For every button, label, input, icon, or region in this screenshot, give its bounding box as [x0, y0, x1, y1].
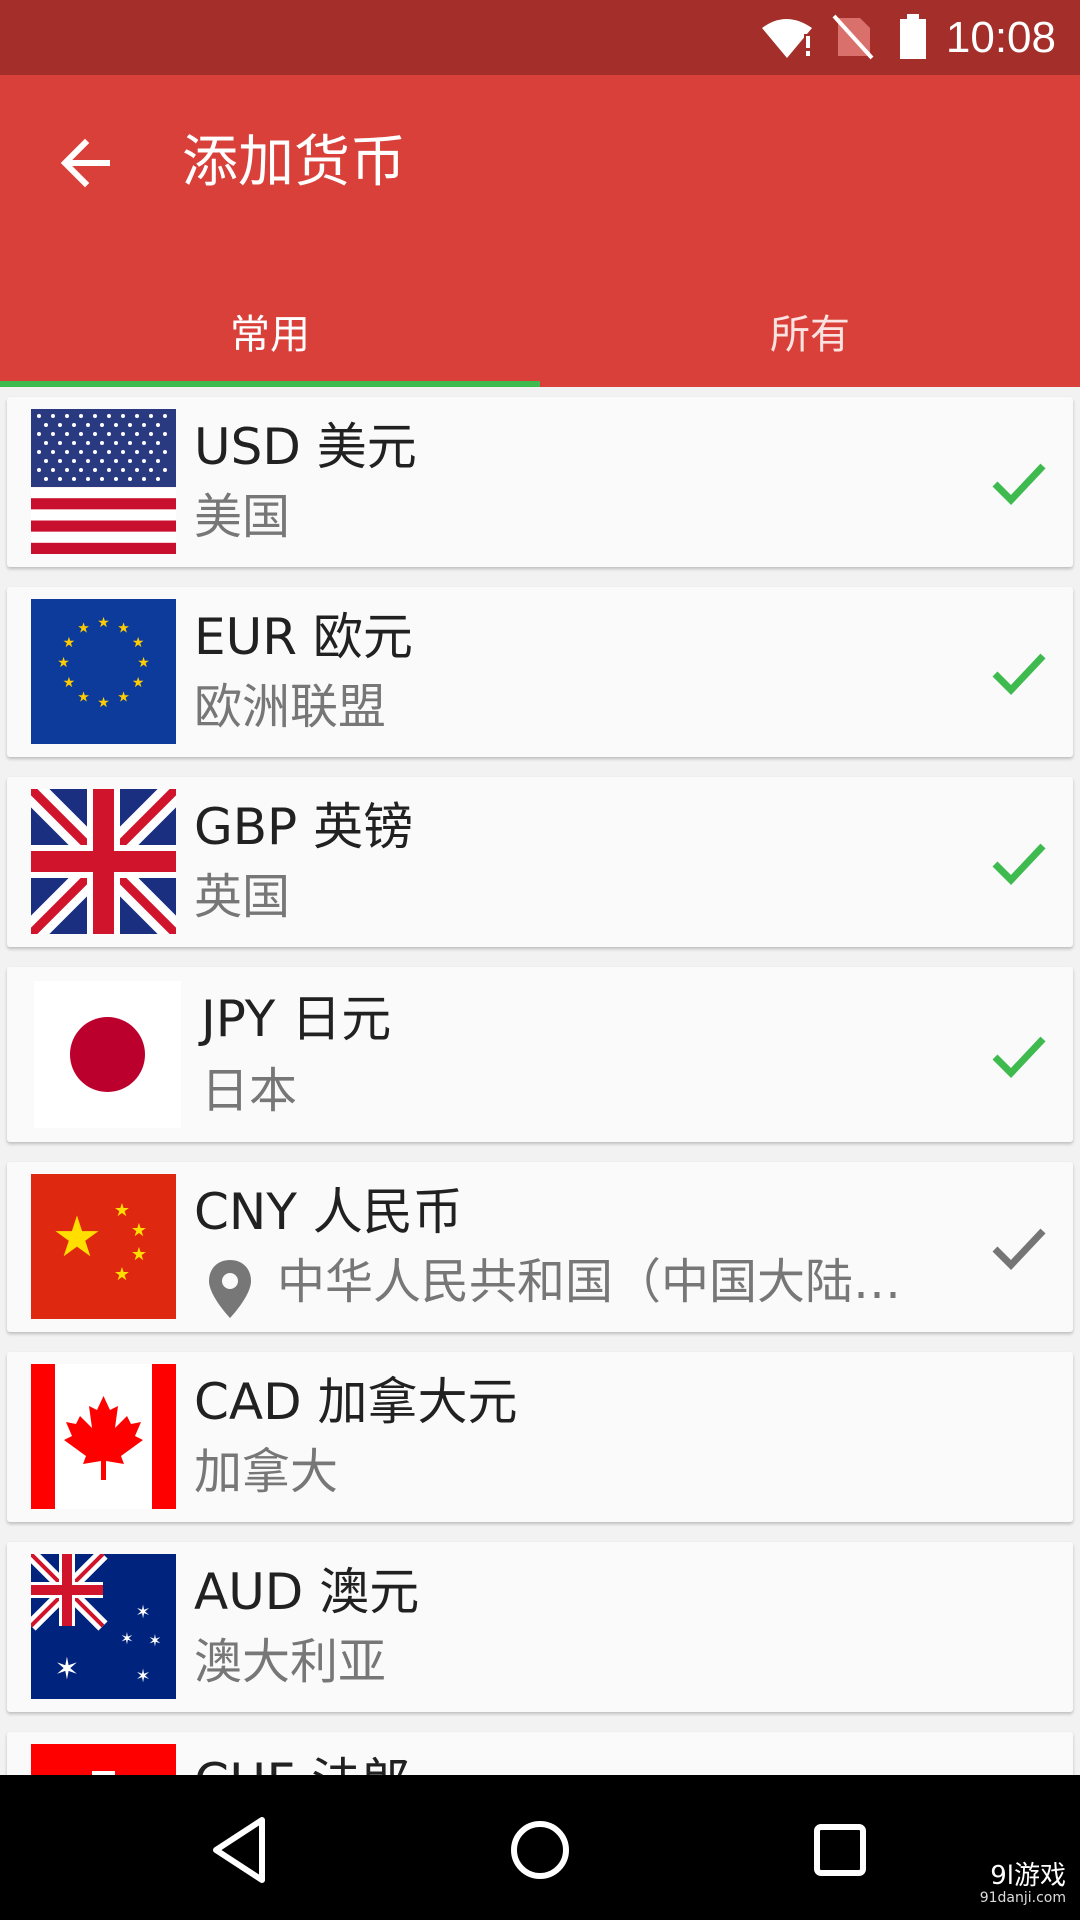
navigation-bar: 9l游戏 91danji.com [0, 1775, 1080, 1920]
svg-text:★: ★ [97, 615, 110, 631]
currency-item-chf[interactable]: CHF 法郎 [7, 1732, 1073, 1775]
japan-flag-icon [34, 981, 181, 1128]
recents-square-icon[interactable] [800, 1810, 880, 1890]
currency-code-name: CHF 法郎 [194, 1750, 411, 1775]
check-icon[interactable] [989, 1217, 1049, 1277]
svg-text:★: ★ [132, 635, 145, 651]
currency-item-cny[interactable]: ★ ★ ★ ★ ★ CNY 人民币 中华人民共和国（中国大陆… [7, 1162, 1073, 1332]
watermark: 9l游戏 91danji.com [980, 1862, 1066, 1906]
currency-country: 中华人民共和国（中国大陆… [277, 1254, 902, 1310]
svg-text:✶: ✶ [135, 1666, 150, 1687]
svg-text:★: ★ [137, 655, 150, 671]
switzerland-flag-icon [31, 1744, 176, 1775]
currency-code-name: CAD 加拿大元 [194, 1373, 518, 1431]
app-bar: 添加货币 常用 所有 [0, 75, 1080, 387]
back-button[interactable] [45, 123, 125, 203]
svg-text:✶: ✶ [135, 1602, 150, 1623]
australia-flag-icon: ✶ ✶ ✶ ✶ ✶ [31, 1554, 176, 1699]
tab-bar: 常用 所有 [0, 275, 1080, 387]
china-flag-icon: ★ ★ ★ ★ ★ [31, 1174, 176, 1319]
currency-code-name: JPY 日元 [201, 990, 392, 1048]
currency-country: 澳大利亚 [194, 1634, 387, 1690]
svg-text:★: ★ [132, 675, 145, 691]
currency-item-aud[interactable]: ✶ ✶ ✶ ✶ ✶ AUD 澳元 澳大利亚 [7, 1542, 1073, 1712]
svg-text:✶: ✶ [54, 1652, 79, 1687]
currency-code-name: CNY 人民币 [194, 1183, 463, 1241]
svg-text:★: ★ [131, 1244, 147, 1265]
currency-item-gbp[interactable]: GBP 英镑 英国 [7, 777, 1073, 947]
currency-code-name: EUR 欧元 [194, 608, 413, 666]
check-icon[interactable] [989, 452, 1049, 512]
wifi-alert-icon [762, 19, 812, 58]
watermark-brand: 9l游戏 [990, 1861, 1066, 1891]
watermark-site: 91danji.com [979, 1890, 1066, 1906]
arrow-left-icon [60, 138, 110, 188]
tab-all[interactable]: 所有 [540, 275, 1080, 387]
svg-text:★: ★ [63, 635, 76, 651]
currency-country: 美国 [194, 489, 291, 545]
check-icon[interactable] [989, 832, 1049, 892]
battery-icon [900, 14, 926, 59]
uk-flag-icon [31, 789, 176, 934]
status-bar: 10:08 [0, 0, 1080, 75]
us-flag-icon [31, 409, 176, 554]
svg-text:★: ★ [97, 695, 110, 711]
currency-item-usd[interactable]: USD 美元 美国 [7, 397, 1073, 567]
home-circle-icon[interactable] [500, 1810, 580, 1890]
back-triangle-icon[interactable] [200, 1810, 280, 1890]
svg-text:★: ★ [131, 1220, 147, 1241]
svg-text:★: ★ [57, 655, 70, 671]
currency-country: 欧洲联盟 [194, 679, 387, 735]
svg-text:★: ★ [117, 620, 130, 636]
svg-text:★: ★ [63, 675, 76, 691]
currency-code-name: GBP 英镑 [194, 798, 414, 856]
no-sim-icon [832, 14, 874, 60]
svg-text:✶: ✶ [120, 1629, 133, 1648]
svg-text:✶: ✶ [148, 1631, 161, 1650]
check-icon[interactable] [989, 1025, 1049, 1085]
currency-code-name: AUD 澳元 [194, 1563, 420, 1621]
currency-code-name: USD 美元 [194, 418, 417, 476]
currency-country: 英国 [194, 869, 291, 925]
eu-flag-icon: ★ ★ ★ ★ ★ ★ ★ ★ ★ ★ ★ ★ [31, 599, 176, 744]
currency-item-cad[interactable]: CAD 加拿大元 加拿大 [7, 1352, 1073, 1522]
currency-item-jpy[interactable]: JPY 日元 日本 [7, 967, 1073, 1142]
canada-flag-icon [31, 1364, 176, 1509]
check-icon[interactable] [989, 642, 1049, 702]
svg-text:★: ★ [114, 1264, 130, 1285]
svg-text:★: ★ [77, 620, 90, 636]
status-time: 10:08 [945, 13, 1056, 62]
currency-country: 加拿大 [194, 1444, 339, 1500]
location-pin-icon [209, 1260, 251, 1318]
svg-text:★: ★ [114, 1200, 130, 1221]
currency-country: 日本 [201, 1063, 298, 1119]
page-title: 添加货币 [182, 130, 406, 195]
svg-text:★: ★ [52, 1205, 102, 1270]
tab-common[interactable]: 常用 [0, 275, 540, 387]
currency-item-eur[interactable]: ★ ★ ★ ★ ★ ★ ★ ★ ★ ★ ★ ★ EUR 欧元 欧洲联盟 [7, 587, 1073, 757]
tab-label: 所有 [770, 312, 850, 358]
svg-text:★: ★ [77, 690, 90, 706]
currency-list[interactable]: USD 美元 美国 ★ ★ ★ ★ ★ ★ ★ ★ ★ ★ ★ ★ EUR 欧元 欧洲联盟 [0, 387, 1080, 1775]
svg-text:★: ★ [117, 690, 130, 706]
tab-label: 常用 [230, 312, 310, 358]
